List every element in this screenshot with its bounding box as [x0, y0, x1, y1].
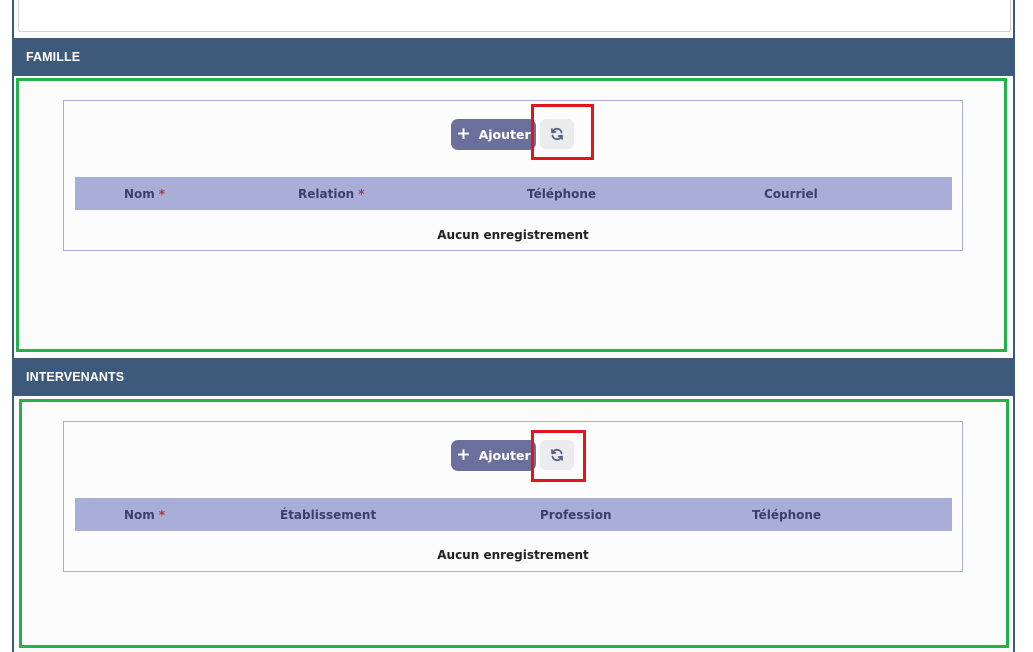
famille-empty-message: Aucun enregistrement	[437, 228, 589, 242]
famille-table-header: Nom * Relation * Téléphone Courriel	[75, 177, 952, 210]
intervenants-add-button[interactable]: + Ajouter	[451, 440, 536, 471]
famille-col-telephone[interactable]: Téléphone	[527, 177, 596, 210]
famille-add-button[interactable]: + Ajouter	[451, 119, 536, 150]
section-header-intervenants: INTERVENANTS	[12, 358, 1015, 396]
intervenants-col-profession[interactable]: Profession	[540, 498, 612, 531]
section-title-famille: FAMILLE	[26, 50, 81, 64]
section-header-famille: FAMILLE	[12, 38, 1015, 76]
plus-icon: +	[456, 124, 471, 144]
intervenants-table-header: Nom * Établissement Profession Téléphone	[75, 498, 952, 531]
intervenants-col-nom[interactable]: Nom *	[124, 498, 165, 531]
intervenants-col-etablissement[interactable]: Établissement	[280, 498, 376, 531]
famille-col-relation[interactable]: Relation *	[298, 177, 365, 210]
plus-icon: +	[456, 445, 471, 465]
intervenants-add-label: Ajouter	[478, 448, 531, 463]
previous-section-box	[18, 0, 1011, 32]
intervenants-col-telephone[interactable]: Téléphone	[752, 498, 821, 531]
highlight-famille-refresh	[531, 104, 594, 160]
famille-col-courriel[interactable]: Courriel	[764, 177, 818, 210]
section-title-intervenants: INTERVENANTS	[26, 370, 125, 384]
famille-col-nom[interactable]: Nom *	[124, 177, 165, 210]
highlight-intervenants-refresh	[531, 430, 586, 482]
intervenants-empty-message: Aucun enregistrement	[437, 548, 589, 562]
famille-add-label: Ajouter	[478, 127, 531, 142]
